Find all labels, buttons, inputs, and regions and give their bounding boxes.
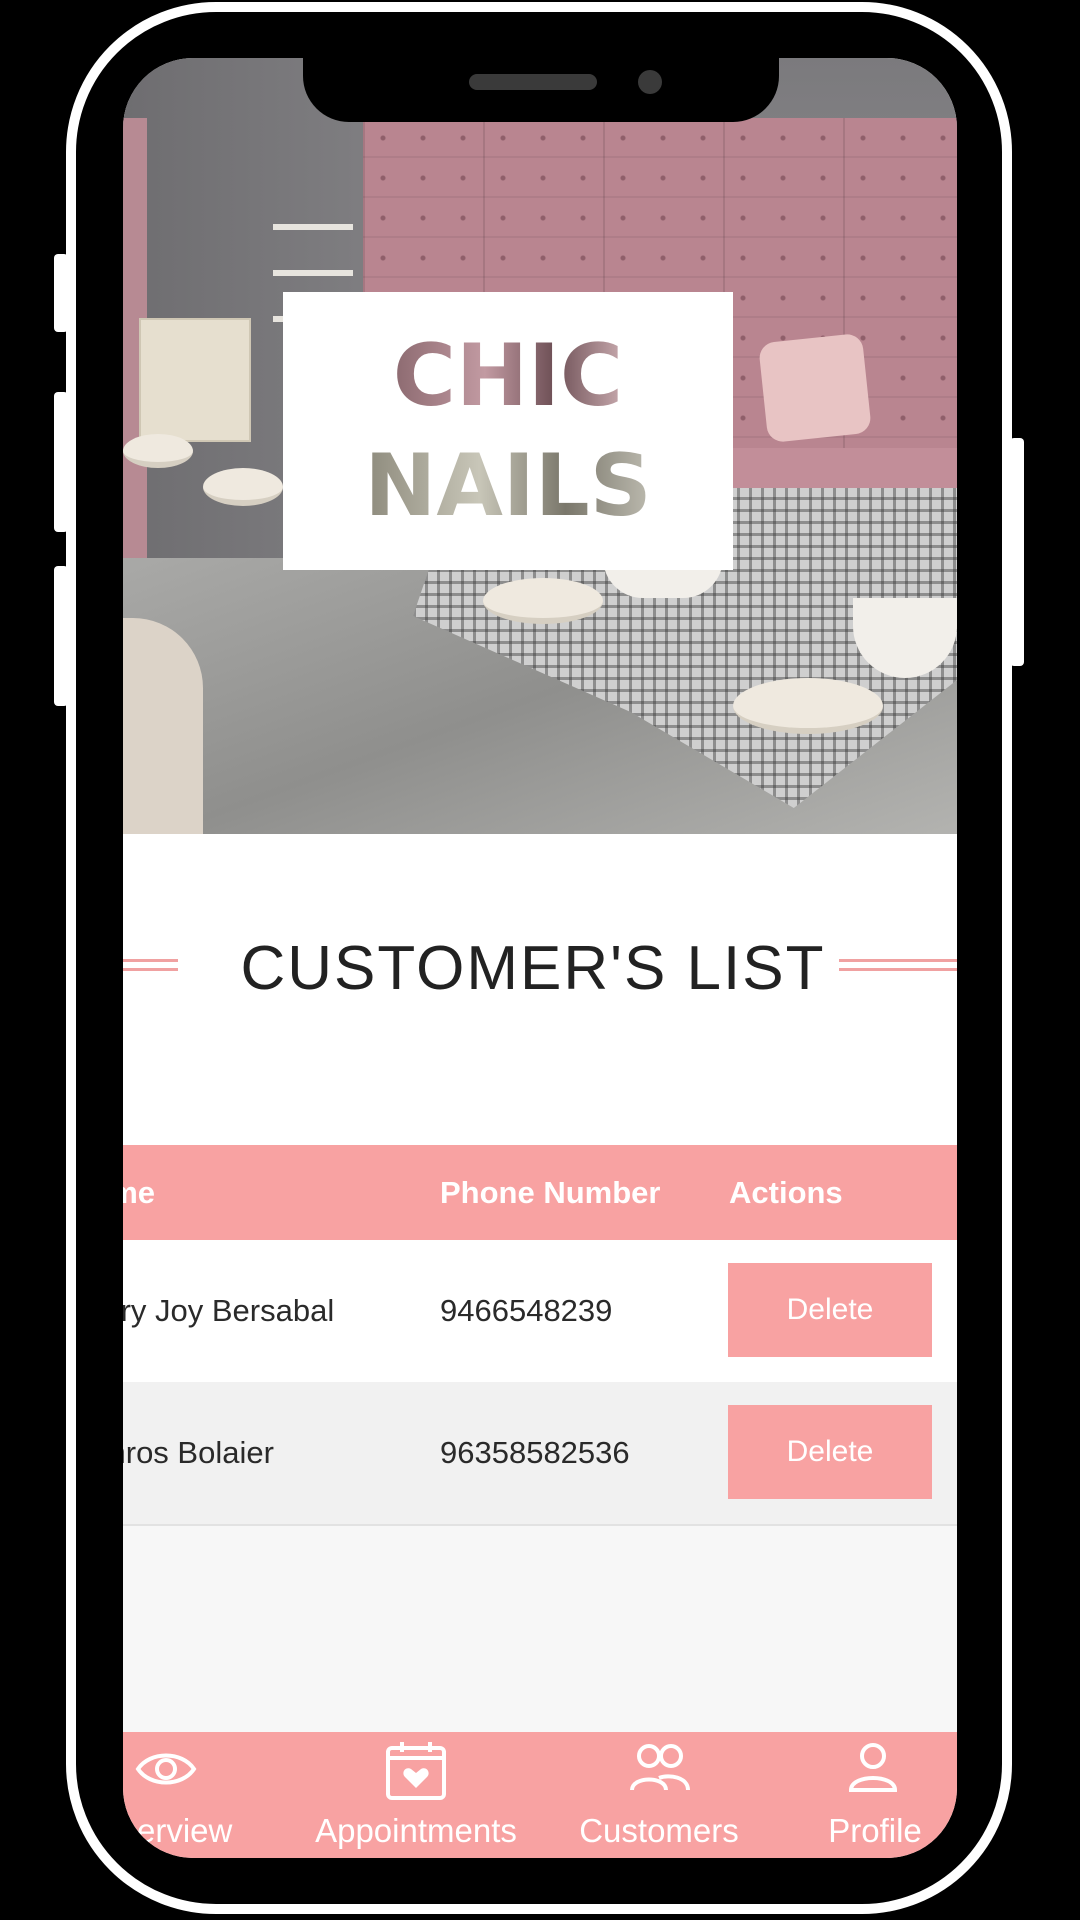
brand-logo: CHIC NAILS [283,292,733,570]
nav-item-overview[interactable]: erview [123,1732,293,1858]
logo-line-chic: CHIC [393,321,623,431]
mute-switch [54,254,68,332]
calendar-heart-icon [386,1742,446,1800]
column-header-actions: Actions [729,1175,843,1210]
customer-name: arry Joy Bersabal [123,1293,335,1328]
column-header-name: ame [123,1175,156,1210]
salon-hero-image: CHIC NAILS [123,58,957,834]
phone-notch [303,58,779,122]
speaker-grille [469,74,597,90]
page-title: CUSTOMER'S LIST [240,934,826,1003]
logo-line-nails: NAILS [364,431,651,541]
table-row: arry Joy Bersabal 9466548239 Delete [123,1240,957,1382]
nav-label-profile: Profile [828,1812,922,1849]
nav-item-appointments[interactable]: Appointments [299,1732,533,1858]
front-camera [638,70,662,94]
volume-down-button [54,566,68,706]
eye-icon [135,1753,197,1785]
table-header: ame Phone Number Actions [123,1145,957,1240]
nav-label-appointments: Appointments [315,1812,517,1849]
delete-button[interactable]: Delete [728,1263,932,1357]
nav-label-customers: Customers [579,1812,739,1849]
nav-label-overview: erview [137,1812,233,1849]
power-button [1010,438,1024,666]
phone-screen: CHIC NAILS CUSTOMER'S LIST ame Phone Num… [123,58,957,1858]
customer-phone: 96358582536 [440,1435,630,1470]
title-decoration-right [839,959,957,971]
bottom-navigation: erview Appointments Customers Profile [123,1732,957,1858]
customer-list-section: CUSTOMER'S LIST ame Phone Number Actions… [123,834,957,1526]
section-header: CUSTOMER'S LIST [123,914,957,1024]
customer-phone: 9466548239 [440,1293,613,1328]
users-icon [630,1744,690,1791]
customers-table: ame Phone Number Actions arry Joy Bersab… [123,1145,957,1526]
title-decoration-left [123,959,178,971]
volume-up-button [54,392,68,532]
user-icon [848,1743,898,1792]
column-header-phone: Phone Number [440,1175,661,1210]
delete-button[interactable]: Delete [728,1405,932,1499]
nav-item-profile[interactable]: Profile [805,1732,945,1858]
table-row: ynros Bolaier 96358582536 Delete [123,1382,957,1526]
customer-name: ynros Bolaier [123,1435,274,1470]
nav-item-customers[interactable]: Customers [569,1732,749,1858]
